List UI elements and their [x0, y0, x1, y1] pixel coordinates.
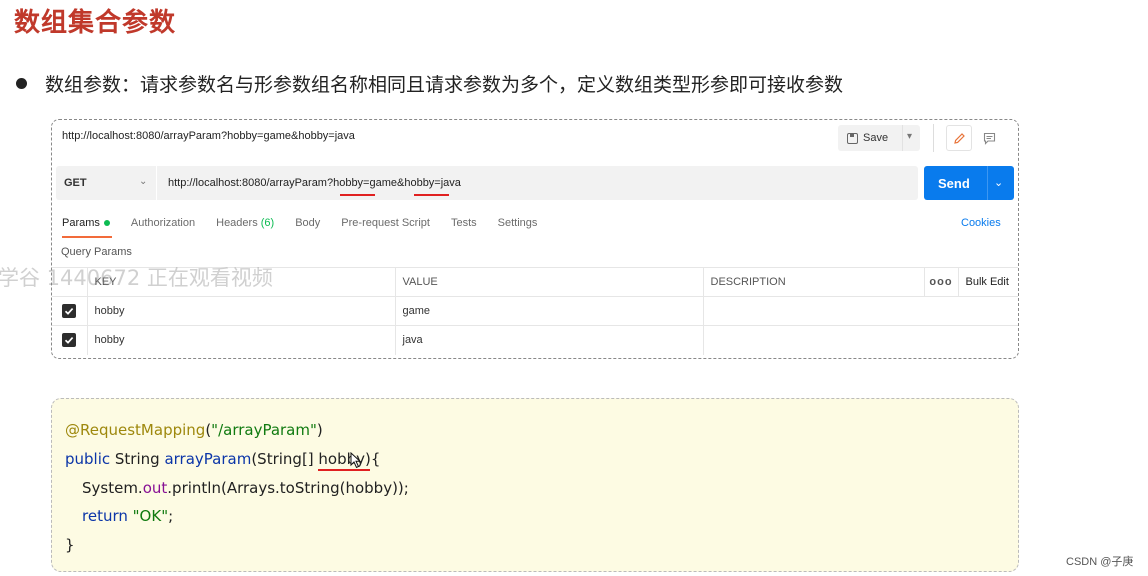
checkmark-icon — [65, 308, 74, 315]
comments-button[interactable] — [976, 125, 1002, 151]
code-line-2: public String arrayParam(String[] hobby)… — [65, 450, 380, 468]
url-input[interactable]: http://localhost:8080/arrayParam?hobby=g… — [168, 177, 461, 189]
highlight-underline-2 — [414, 194, 449, 196]
request-tab-header: http://localhost:8080/arrayParam?hobby=g… — [52, 120, 1018, 156]
code-keyword-public: public — [65, 450, 111, 468]
code-out-field: out — [142, 479, 168, 497]
checkbox[interactable] — [62, 304, 77, 318]
query-params-label: Query Params — [61, 246, 132, 258]
request-tab-url[interactable]: http://localhost:8080/arrayParam?hobby=g… — [62, 130, 355, 142]
request-tabs: Params Authorization Headers (6) Body Pr… — [62, 217, 558, 238]
code-mapping-path: "/arrayParam" — [211, 421, 317, 439]
bullet-text: 数组参数：请求参数名与形参数组名称相同且请求参数为多个，定义数组类型形参即可接收… — [45, 74, 844, 96]
tab-pre-request-script[interactable]: Pre-request Script — [341, 217, 430, 229]
slide-title: 数组集合参数 — [14, 8, 177, 38]
save-label: Save — [863, 132, 889, 144]
code-return-type: String — [110, 450, 165, 468]
code-system: System. — [82, 479, 143, 497]
tab-headers-label: Headers — [216, 217, 258, 229]
comment-icon — [983, 132, 995, 145]
code-block: @RequestMapping("/arrayParam") public St… — [51, 398, 1019, 572]
tab-authorization[interactable]: Authorization — [131, 217, 195, 229]
edit-button[interactable] — [946, 125, 972, 151]
tab-tests[interactable]: Tests — [451, 217, 477, 229]
save-button[interactable]: Save ▾ — [838, 125, 920, 151]
code-keyword-return: return — [82, 507, 128, 525]
tab-settings[interactable]: Settings — [498, 217, 538, 229]
code-method-name: arrayParam — [164, 450, 252, 468]
active-dot-icon — [103, 220, 110, 227]
param-value-cell[interactable]: java — [395, 325, 704, 355]
tab-body[interactable]: Body — [295, 217, 320, 229]
row-checkbox-cell — [52, 325, 88, 355]
save-divider — [902, 125, 903, 151]
code-line-1: @RequestMapping("/arrayParam") — [65, 421, 323, 439]
chevron-down-icon[interactable]: ⌄ — [139, 176, 147, 187]
table-row: hobby java — [52, 325, 1018, 355]
code-line-5: } — [65, 536, 75, 554]
code-semicolon: ; — [168, 507, 174, 525]
highlight-underline-1 — [340, 194, 375, 196]
checkbox[interactable] — [62, 333, 77, 348]
param-value-cell[interactable]: game — [395, 296, 704, 326]
request-bar: GET ⌄ http://localhost:8080/arrayParam?h… — [56, 166, 918, 200]
highlight-underline-3 — [318, 469, 370, 471]
checkmark-icon — [65, 337, 74, 345]
column-description: DESCRIPTION — [703, 267, 925, 297]
code-println: .println(Arrays.toString(hobby)); — [167, 479, 409, 497]
mouse-cursor-icon — [350, 452, 362, 469]
pencil-icon — [953, 132, 965, 144]
param-key-cell[interactable]: hobby — [87, 325, 396, 355]
code-line-4: return "OK"; — [82, 507, 173, 525]
send-label: Send — [938, 176, 970, 191]
save-icon — [847, 132, 858, 144]
postman-request-panel: http://localhost:8080/arrayParam?hobby=g… — [51, 119, 1019, 359]
column-value: VALUE — [395, 267, 704, 297]
code-line-3: System.out.println(Arrays.toString(hobby… — [82, 479, 409, 497]
cookies-link[interactable]: Cookies — [961, 217, 1001, 229]
send-button[interactable]: Send ⌄ — [924, 166, 1014, 200]
more-options-icon[interactable]: ooo — [924, 267, 959, 297]
bullet-point: 数组参数：请求参数名与形参数组名称相同且请求参数为多个，定义数组类型形参即可接收… — [16, 70, 843, 97]
code-paren-close: ) — [316, 421, 323, 439]
code-annotation: @RequestMapping — [65, 421, 206, 439]
tab-headers[interactable]: Headers (6) — [216, 217, 274, 229]
headers-count: (6) — [260, 217, 275, 229]
tab-params[interactable]: Params — [62, 217, 112, 238]
param-description-cell[interactable] — [703, 325, 1018, 355]
method-divider — [156, 166, 157, 200]
bulk-edit-button[interactable]: Bulk Edit — [958, 267, 1018, 297]
video-watermark: 学谷 1440672 正在观看视频 — [0, 266, 273, 290]
table-row: hobby game — [52, 296, 1018, 326]
bullet-dot-icon — [16, 78, 27, 89]
code-return-value: "OK" — [132, 507, 169, 525]
param-description-cell[interactable] — [703, 296, 1018, 326]
csdn-footer: CSDN @子庚 — [1066, 556, 1134, 568]
chevron-down-icon[interactable]: ⌄ — [994, 176, 1003, 189]
toolbar-divider — [933, 124, 934, 152]
tab-params-label: Params — [62, 217, 100, 229]
send-divider — [987, 166, 988, 200]
param-key-cell[interactable]: hobby — [87, 296, 396, 326]
http-method-select[interactable]: GET — [64, 177, 87, 189]
row-checkbox-cell — [52, 296, 88, 326]
chevron-down-icon[interactable]: ▾ — [907, 131, 912, 142]
